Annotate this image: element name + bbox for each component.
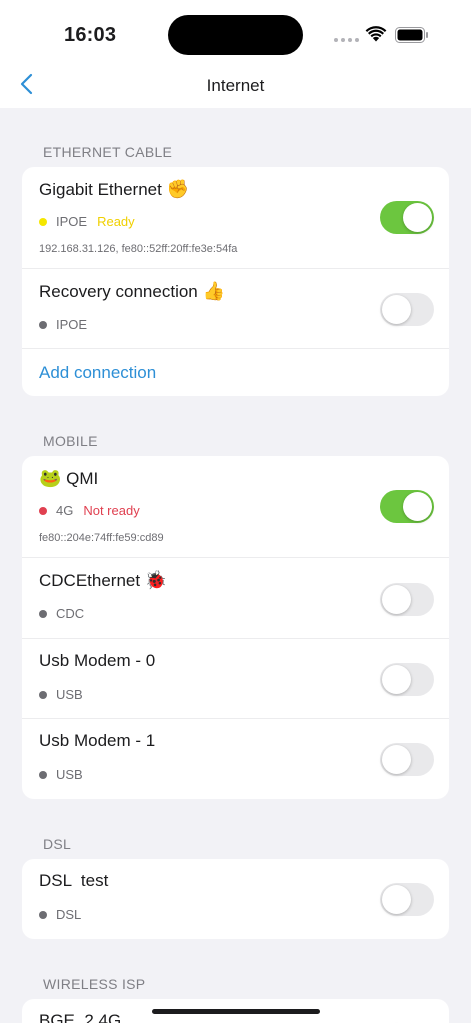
connection-row-dsl-test[interactable]: DSL test DSL: [22, 859, 449, 939]
connection-title: 🐸 QMI: [39, 468, 99, 488]
cdcethernet-toggle[interactable]: [380, 583, 434, 616]
status-dot: [39, 690, 47, 699]
dsl-test-toggle[interactable]: [380, 883, 434, 916]
connection-protocol: USB: [56, 687, 83, 702]
connection-row-qmi[interactable]: 🐸 QMI 4G Not ready fe80::204e:74ff:fe59:…: [22, 456, 449, 557]
connection-status: USB: [39, 687, 83, 702]
status-dot: [39, 770, 47, 779]
ethernet-card: Gigabit Ethernet ✊ IPOE Ready 192.168.31…: [22, 167, 449, 396]
connection-protocol: USB: [56, 767, 83, 782]
connection-row-usb-modem-1[interactable]: Usb Modem - 1 USB: [22, 718, 449, 799]
connection-protocol: IPOE: [56, 317, 88, 332]
connection-title: Recovery connection 👍: [39, 281, 225, 301]
usb-modem-1-toggle[interactable]: [380, 743, 434, 776]
qmi-toggle[interactable]: [380, 490, 434, 523]
status-dot: [39, 320, 47, 329]
status-dot: [39, 506, 47, 515]
gigabit-ethernet-toggle[interactable]: [380, 201, 434, 234]
connection-title: Usb Modem - 1: [39, 731, 156, 750]
connection-protocol: DSL: [56, 907, 82, 922]
frog-emoji-icon: 🐸: [39, 468, 62, 488]
connection-status: USB: [39, 767, 83, 782]
connection-status: CDC: [39, 606, 84, 621]
dynamic-island: [168, 15, 303, 55]
status-dot: [39, 910, 47, 919]
connection-address: fe80::204e:74ff:fe59:cd89: [39, 532, 164, 544]
dsl-card: DSL test DSL: [22, 859, 449, 939]
connection-row-usb-modem-0[interactable]: Usb Modem - 0 USB: [22, 638, 449, 718]
connection-status: 4G Not ready: [39, 503, 140, 518]
section-header-ethernet: ETHERNET CABLE: [43, 144, 173, 160]
mobile-card: 🐸 QMI 4G Not ready fe80::204e:74ff:fe59:…: [22, 456, 449, 799]
status-time: 16:03: [64, 24, 117, 46]
battery-icon: [395, 27, 428, 43]
connection-status: IPOE: [39, 317, 87, 332]
connection-state: Ready: [97, 214, 135, 229]
usb-modem-0-toggle[interactable]: [380, 663, 434, 696]
status-bar: 16:03: [0, 0, 471, 62]
connection-protocol: CDC: [56, 606, 85, 621]
home-indicator[interactable]: [152, 1009, 320, 1014]
connection-address: 192.168.31.126, fe80::52ff:20ff:fe3e:54f…: [39, 243, 238, 255]
add-connection-link[interactable]: Add connection: [39, 363, 156, 383]
connection-row-gigabit-ethernet[interactable]: Gigabit Ethernet ✊ IPOE Ready 192.168.31…: [22, 167, 449, 268]
top-bar: 16:03 Internet: [0, 0, 471, 108]
connection-state: Not ready: [83, 503, 140, 518]
connection-status: IPOE Ready: [39, 214, 135, 229]
add-connection-row[interactable]: Add connection: [22, 348, 449, 396]
section-header-wireless-isp: WIRELESS ISP: [43, 976, 146, 992]
navigation-bar: Internet: [0, 62, 471, 108]
status-dot: [39, 609, 47, 618]
section-header-mobile: MOBILE: [43, 433, 98, 449]
connection-status: DSL: [39, 907, 81, 922]
status-dot: [39, 217, 47, 226]
connection-title: Usb Modem - 0: [39, 651, 156, 670]
recovery-connection-toggle[interactable]: [380, 293, 434, 326]
connection-title: Gigabit Ethernet ✊: [39, 179, 190, 199]
cellular-signal-icon: [334, 38, 359, 42]
connection-row-cdcethernet[interactable]: CDCEthernet 🐞 CDC: [22, 557, 449, 638]
fist-emoji-icon: ✊: [166, 179, 190, 199]
thumbs-up-emoji-icon: 👍: [202, 281, 225, 301]
wifi-icon: [365, 26, 387, 42]
ladybug-emoji-icon: 🐞: [144, 570, 168, 590]
connection-title: CDCEthernet 🐞: [39, 570, 168, 590]
connection-row-recovery[interactable]: Recovery connection 👍 IPOE: [22, 268, 449, 348]
connection-protocol: 4G: [56, 503, 74, 518]
page-title: Internet: [206, 76, 265, 95]
connection-title: DSL test: [39, 871, 109, 890]
connection-protocol: IPOE: [56, 214, 88, 229]
section-header-dsl: DSL: [43, 836, 72, 852]
connection-title: BGE_2.4G: [39, 1011, 122, 1023]
